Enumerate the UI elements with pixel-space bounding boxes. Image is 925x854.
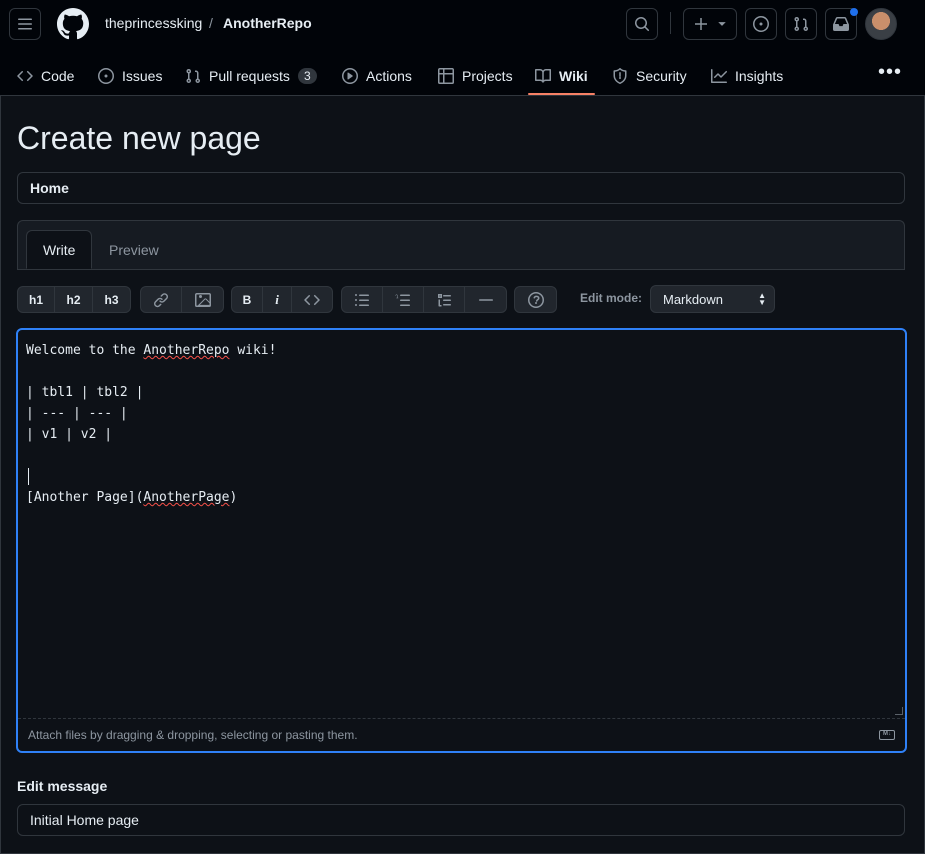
edit-message-label: Edit message bbox=[17, 778, 108, 794]
menu-button[interactable] bbox=[9, 8, 41, 40]
spellcheck-word: AnotherRepo bbox=[143, 343, 230, 358]
tab-insights[interactable]: Insights bbox=[711, 56, 783, 96]
inbox-icon bbox=[833, 17, 849, 31]
shield-icon bbox=[613, 68, 627, 84]
tab-security[interactable]: Security bbox=[612, 56, 687, 96]
markdown-help-button[interactable] bbox=[515, 287, 556, 312]
tab-actions[interactable]: Actions bbox=[342, 56, 412, 96]
h2-button[interactable]: h2 bbox=[55, 287, 93, 312]
textarea-content: Welcome to the AnotherRepo wiki! ​ | tbl… bbox=[26, 343, 277, 505]
issues-button[interactable] bbox=[745, 8, 777, 40]
bold-button[interactable]: B bbox=[232, 287, 263, 312]
tab-preview[interactable]: Preview bbox=[93, 230, 175, 269]
numbered-list-button[interactable] bbox=[383, 287, 424, 312]
more-menu-button[interactable]: ••• bbox=[878, 62, 902, 82]
tab-actions-label: Actions bbox=[366, 68, 412, 84]
code-icon bbox=[17, 70, 33, 82]
breadcrumb-separator: / bbox=[209, 15, 213, 31]
tab-insights-label: Insights bbox=[735, 68, 784, 84]
repo-name-link[interactable]: AnotherRepo bbox=[223, 15, 312, 31]
tab-wiki-label: Wiki bbox=[559, 68, 588, 84]
file-attach-area[interactable]: Attach files by dragging & dropping, sel… bbox=[18, 718, 905, 751]
resize-handle[interactable] bbox=[895, 707, 903, 715]
global-header: theprincessking / AnotherRepo Code Issue… bbox=[0, 0, 925, 96]
heading-button-group: h1 h2 h3 bbox=[17, 286, 131, 313]
notification-indicator bbox=[850, 8, 858, 16]
page-content-textarea[interactable]: Welcome to the AnotherRepo wiki! ​ | tbl… bbox=[16, 328, 907, 753]
pull-request-icon bbox=[794, 16, 808, 32]
plus-icon bbox=[695, 18, 707, 30]
code-button[interactable] bbox=[292, 287, 332, 312]
code-icon bbox=[304, 294, 320, 305]
table-icon bbox=[438, 68, 454, 84]
format-button-group: B i bbox=[231, 286, 333, 313]
tab-code-label: Code bbox=[41, 68, 75, 84]
tab-issues[interactable]: Issues bbox=[98, 56, 162, 96]
tab-issues-label: Issues bbox=[122, 68, 163, 84]
image-button[interactable] bbox=[182, 287, 223, 312]
pull-requests-button[interactable] bbox=[785, 8, 817, 40]
spellcheck-word: AnotherPage bbox=[143, 490, 230, 505]
tasklist-icon bbox=[438, 293, 451, 306]
horizontal-rule-icon bbox=[478, 298, 493, 301]
header-divider bbox=[670, 12, 671, 34]
repo-owner-link[interactable]: theprincessking bbox=[105, 15, 202, 31]
active-tab-indicator bbox=[528, 93, 595, 95]
attach-hint: Attach files by dragging & dropping, sel… bbox=[28, 728, 358, 742]
pull-request-icon bbox=[186, 68, 200, 84]
issue-icon bbox=[98, 68, 114, 84]
markdown-icon: M↓ bbox=[879, 730, 895, 740]
italic-button[interactable]: i bbox=[263, 287, 292, 312]
tab-pull-requests[interactable]: Pull requests 3 bbox=[185, 56, 317, 96]
tab-security-label: Security bbox=[636, 68, 687, 84]
edit-mode-label: Edit mode: bbox=[580, 291, 642, 305]
menu-icon bbox=[18, 18, 32, 30]
tab-write[interactable]: Write bbox=[26, 230, 93, 269]
book-icon bbox=[535, 69, 551, 83]
issue-icon bbox=[753, 16, 769, 32]
repo-nav: Code Issues Pull requests 3 Actions Proj… bbox=[0, 56, 925, 96]
horizontal-rule-button[interactable] bbox=[465, 287, 506, 312]
select-arrows-icon: ▲ ▼ bbox=[758, 291, 766, 307]
edit-message-input[interactable] bbox=[17, 804, 905, 836]
triangle-down-icon bbox=[718, 22, 726, 26]
tab-projects[interactable]: Projects bbox=[438, 56, 513, 96]
page-name-input[interactable] bbox=[17, 172, 905, 204]
question-icon bbox=[527, 291, 544, 308]
h1-button[interactable]: h1 bbox=[18, 287, 55, 312]
h3-button[interactable]: h3 bbox=[93, 287, 130, 312]
tab-pull-requests-label: Pull requests bbox=[209, 68, 290, 84]
text-cursor bbox=[28, 468, 29, 485]
help-button-group bbox=[514, 286, 557, 313]
ordered-list-icon bbox=[395, 294, 410, 306]
play-icon bbox=[342, 68, 358, 84]
unordered-list-icon bbox=[355, 293, 369, 306]
task-list-button[interactable] bbox=[424, 287, 465, 312]
search-button[interactable] bbox=[626, 8, 658, 40]
user-avatar[interactable] bbox=[865, 8, 897, 40]
link-button[interactable] bbox=[141, 287, 182, 312]
github-logo-icon[interactable] bbox=[57, 8, 89, 40]
graph-icon bbox=[711, 69, 727, 83]
edit-mode-value: Markdown bbox=[663, 291, 723, 307]
image-icon bbox=[194, 292, 211, 307]
tab-wiki[interactable]: Wiki bbox=[535, 56, 588, 96]
pull-requests-counter: 3 bbox=[297, 68, 317, 84]
tab-projects-label: Projects bbox=[462, 68, 513, 84]
create-new-button[interactable] bbox=[683, 8, 737, 40]
insert-button-group bbox=[140, 286, 224, 313]
list-button-group bbox=[341, 286, 507, 313]
search-icon bbox=[635, 17, 650, 32]
link-icon bbox=[154, 292, 169, 307]
page-title: Create new page bbox=[17, 120, 261, 156]
tab-code[interactable]: Code bbox=[17, 56, 74, 96]
edit-mode-select[interactable]: Markdown ▲ ▼ bbox=[650, 285, 775, 313]
bulleted-list-button[interactable] bbox=[342, 287, 383, 312]
